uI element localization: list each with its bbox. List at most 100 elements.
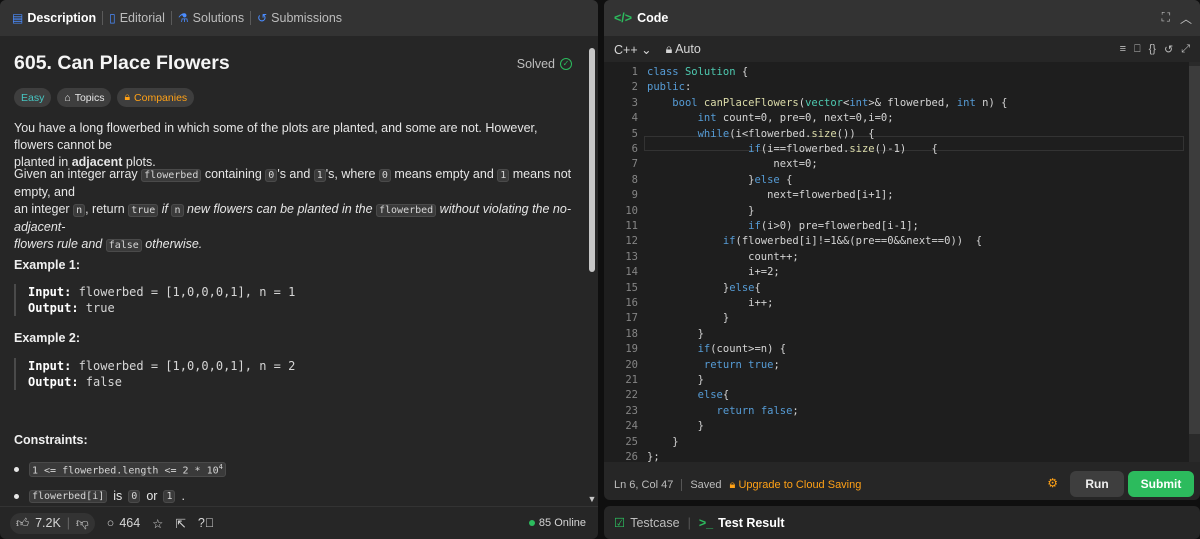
constraint-1: 1 <= flowerbed.length <= 2 * 104 bbox=[14, 462, 226, 478]
description-scrollbar[interactable] bbox=[589, 48, 595, 272]
line-number: 11 bbox=[625, 220, 638, 232]
line-number: 23 bbox=[625, 404, 638, 417]
code-tab[interactable]: </> Code bbox=[614, 11, 668, 25]
bookmark-icon[interactable]: ⎕ bbox=[1134, 43, 1141, 56]
code-line[interactable]: } bbox=[647, 420, 704, 432]
format-icon[interactable]: ≡ bbox=[1120, 43, 1126, 56]
braces-icon[interactable]: {} bbox=[1149, 43, 1156, 56]
code-line[interactable]: class Solution { bbox=[647, 66, 748, 78]
reset-icon[interactable]: ↺ bbox=[1164, 43, 1173, 56]
code-line[interactable]: if(i>0) pre=flowerbed[i-1]; bbox=[647, 220, 919, 232]
line-number: 16 bbox=[625, 297, 638, 309]
code-line[interactable]: if(count>=n) { bbox=[647, 343, 787, 355]
line-number: 8 bbox=[631, 173, 638, 186]
tag-row: Easy ⌂ Topics 🔒︎ Companies bbox=[14, 88, 195, 107]
line-number: 26 bbox=[625, 451, 638, 463]
code-line[interactable]: bool canPlaceFlowers(vector<int>& flower… bbox=[647, 97, 1007, 109]
like-dislike-group: 👍︎ 7.2K | 👎︎ bbox=[10, 512, 95, 534]
description-footer: 👍︎ 7.2K | 👎︎ ○ 464 ☆ ⇱ ?⃝ 85 Online bbox=[0, 506, 598, 539]
code-line[interactable]: i+=2; bbox=[647, 266, 780, 278]
collapse-icon[interactable]: ︿ bbox=[1180, 10, 1192, 27]
code-line[interactable]: }else { bbox=[647, 174, 792, 186]
share-icon[interactable]: ⇱ bbox=[175, 516, 185, 531]
editor-toolbar: C++ ⌄ 🔒︎ Auto ≡ ⎕ {} ↺ ⤢ bbox=[604, 38, 1200, 60]
comment-icon: ○ bbox=[106, 516, 115, 530]
code-line[interactable]: } bbox=[647, 436, 678, 448]
debug-icon[interactable]: ⚙ bbox=[1047, 476, 1058, 490]
online-dot bbox=[528, 520, 535, 526]
run-button[interactable]: Run bbox=[1070, 471, 1124, 497]
flask-icon: ⚗ bbox=[177, 11, 189, 25]
tab-description[interactable]: ▤ Description bbox=[6, 0, 102, 36]
tab-test-result[interactable]: >_ Test Result bbox=[699, 516, 785, 530]
code-line[interactable]: }else{ bbox=[647, 282, 761, 294]
line-number: 10 bbox=[625, 204, 638, 217]
difficulty-badge: Easy bbox=[14, 88, 52, 107]
constraints-title: Constraints: bbox=[14, 433, 88, 447]
scroll-down-arrow-icon[interactable]: ▼ bbox=[586, 494, 598, 504]
tab-testcase[interactable]: ☑ Testcase bbox=[614, 515, 680, 531]
maximize-icon[interactable]: ⛶ bbox=[1162, 10, 1170, 27]
line-number: 24 bbox=[625, 420, 638, 433]
fullscreen-icon[interactable]: ⤢ bbox=[1181, 43, 1190, 56]
terminal-icon: >_ bbox=[698, 515, 714, 530]
line-number: 12 bbox=[625, 235, 638, 248]
tab-editorial[interactable]: ▯ Editorial bbox=[103, 0, 171, 36]
auto-mode-toggle[interactable]: 🔒︎ Auto bbox=[666, 42, 701, 57]
line-number: 18 bbox=[625, 327, 638, 340]
upgrade-link[interactable]: 🔒︎ Upgrade to Cloud Saving bbox=[730, 479, 862, 492]
code-line[interactable]: } bbox=[647, 374, 704, 386]
star-icon[interactable]: ☆ bbox=[152, 516, 163, 531]
tab-solutions[interactable]: ⚗ Solutions bbox=[172, 0, 250, 36]
line-number: 4 bbox=[631, 112, 638, 125]
line-number: 19 bbox=[625, 343, 638, 356]
code-editor[interactable]: 1 class Solution {2 public: 3 bool canPlace… bbox=[604, 62, 1200, 463]
code-line[interactable]: count++; bbox=[647, 251, 799, 263]
code-line[interactable]: if(flowerbed[i]!=1&&(pre==0&&next==0)) { bbox=[647, 235, 982, 247]
like-count: 7.2K bbox=[35, 516, 61, 530]
editor-scrollbar[interactable] bbox=[1189, 62, 1200, 462]
code-line[interactable]: while(i<flowerbed.size()) { bbox=[647, 128, 875, 140]
check-circle-icon: ✓ bbox=[560, 57, 572, 70]
code-line[interactable]: public: bbox=[647, 81, 691, 93]
solved-status: Solved ✓ bbox=[517, 57, 572, 71]
code-line[interactable]: i++; bbox=[647, 297, 773, 309]
code-line[interactable]: } bbox=[647, 312, 729, 324]
code-line[interactable]: int count=0, pre=0, next=0,i=0; bbox=[647, 112, 894, 124]
code-line[interactable]: else{ bbox=[647, 389, 730, 401]
code-line[interactable]: }; bbox=[647, 451, 660, 463]
comments-button[interactable]: ○ 464 bbox=[107, 516, 140, 530]
thumbs-up-icon[interactable]: 👍︎ bbox=[16, 516, 29, 531]
description-paragraph-2: Given an integer array flowerbed contain… bbox=[14, 167, 572, 252]
companies-tag[interactable]: 🔒︎ Companies bbox=[117, 88, 195, 107]
line-number: 9 bbox=[631, 189, 638, 202]
code-line[interactable]: if(i==flowerbed.size()-1) { bbox=[647, 143, 938, 155]
console-tabs: ☑ Testcase | >_ Test Result bbox=[614, 515, 785, 531]
tab-submissions[interactable]: ↺ Submissions bbox=[251, 0, 348, 36]
code-line[interactable]: next=0; bbox=[647, 158, 817, 170]
example-2-block: Input: flowerbed = [1,0,0,0,1], n = 2 Ou… bbox=[14, 358, 574, 390]
line-number: 22 bbox=[625, 389, 638, 402]
line-number: 1 bbox=[631, 66, 638, 78]
line-number: 3 bbox=[631, 96, 638, 109]
thumbs-down-icon[interactable]: 👎︎ bbox=[76, 516, 89, 531]
code-line[interactable]: } bbox=[647, 205, 754, 217]
problem-title[interactable]: 605. Can Place Flowers bbox=[14, 52, 230, 75]
save-status: Saved bbox=[690, 479, 722, 491]
code-line[interactable]: return true; bbox=[647, 359, 780, 371]
code-line[interactable]: next=flowerbed[i+1]; bbox=[647, 189, 893, 201]
language-select[interactable]: C++ ⌄ bbox=[614, 42, 652, 57]
line-number: 20 bbox=[625, 358, 638, 371]
submit-button[interactable]: Submit bbox=[1128, 471, 1194, 497]
description-paragraph-1: You have a long flowerbed in which some … bbox=[14, 121, 538, 169]
description-panel: ▤ Description ▯ Editorial ⚗ Solutions ↺ … bbox=[0, 0, 598, 539]
console-panel: ☑ Testcase | >_ Test Result bbox=[604, 506, 1200, 539]
topics-tag[interactable]: ⌂ Topics bbox=[57, 88, 112, 107]
code-line[interactable]: return false; bbox=[647, 405, 799, 417]
lock-icon: 🔒︎ bbox=[124, 91, 131, 103]
help-icon[interactable]: ?⃝ bbox=[198, 516, 214, 530]
code-line[interactable]: } bbox=[647, 328, 704, 340]
example-2-title: Example 2: bbox=[14, 331, 81, 345]
description-icon: ▤ bbox=[12, 11, 24, 25]
line-number: 25 bbox=[625, 435, 638, 448]
